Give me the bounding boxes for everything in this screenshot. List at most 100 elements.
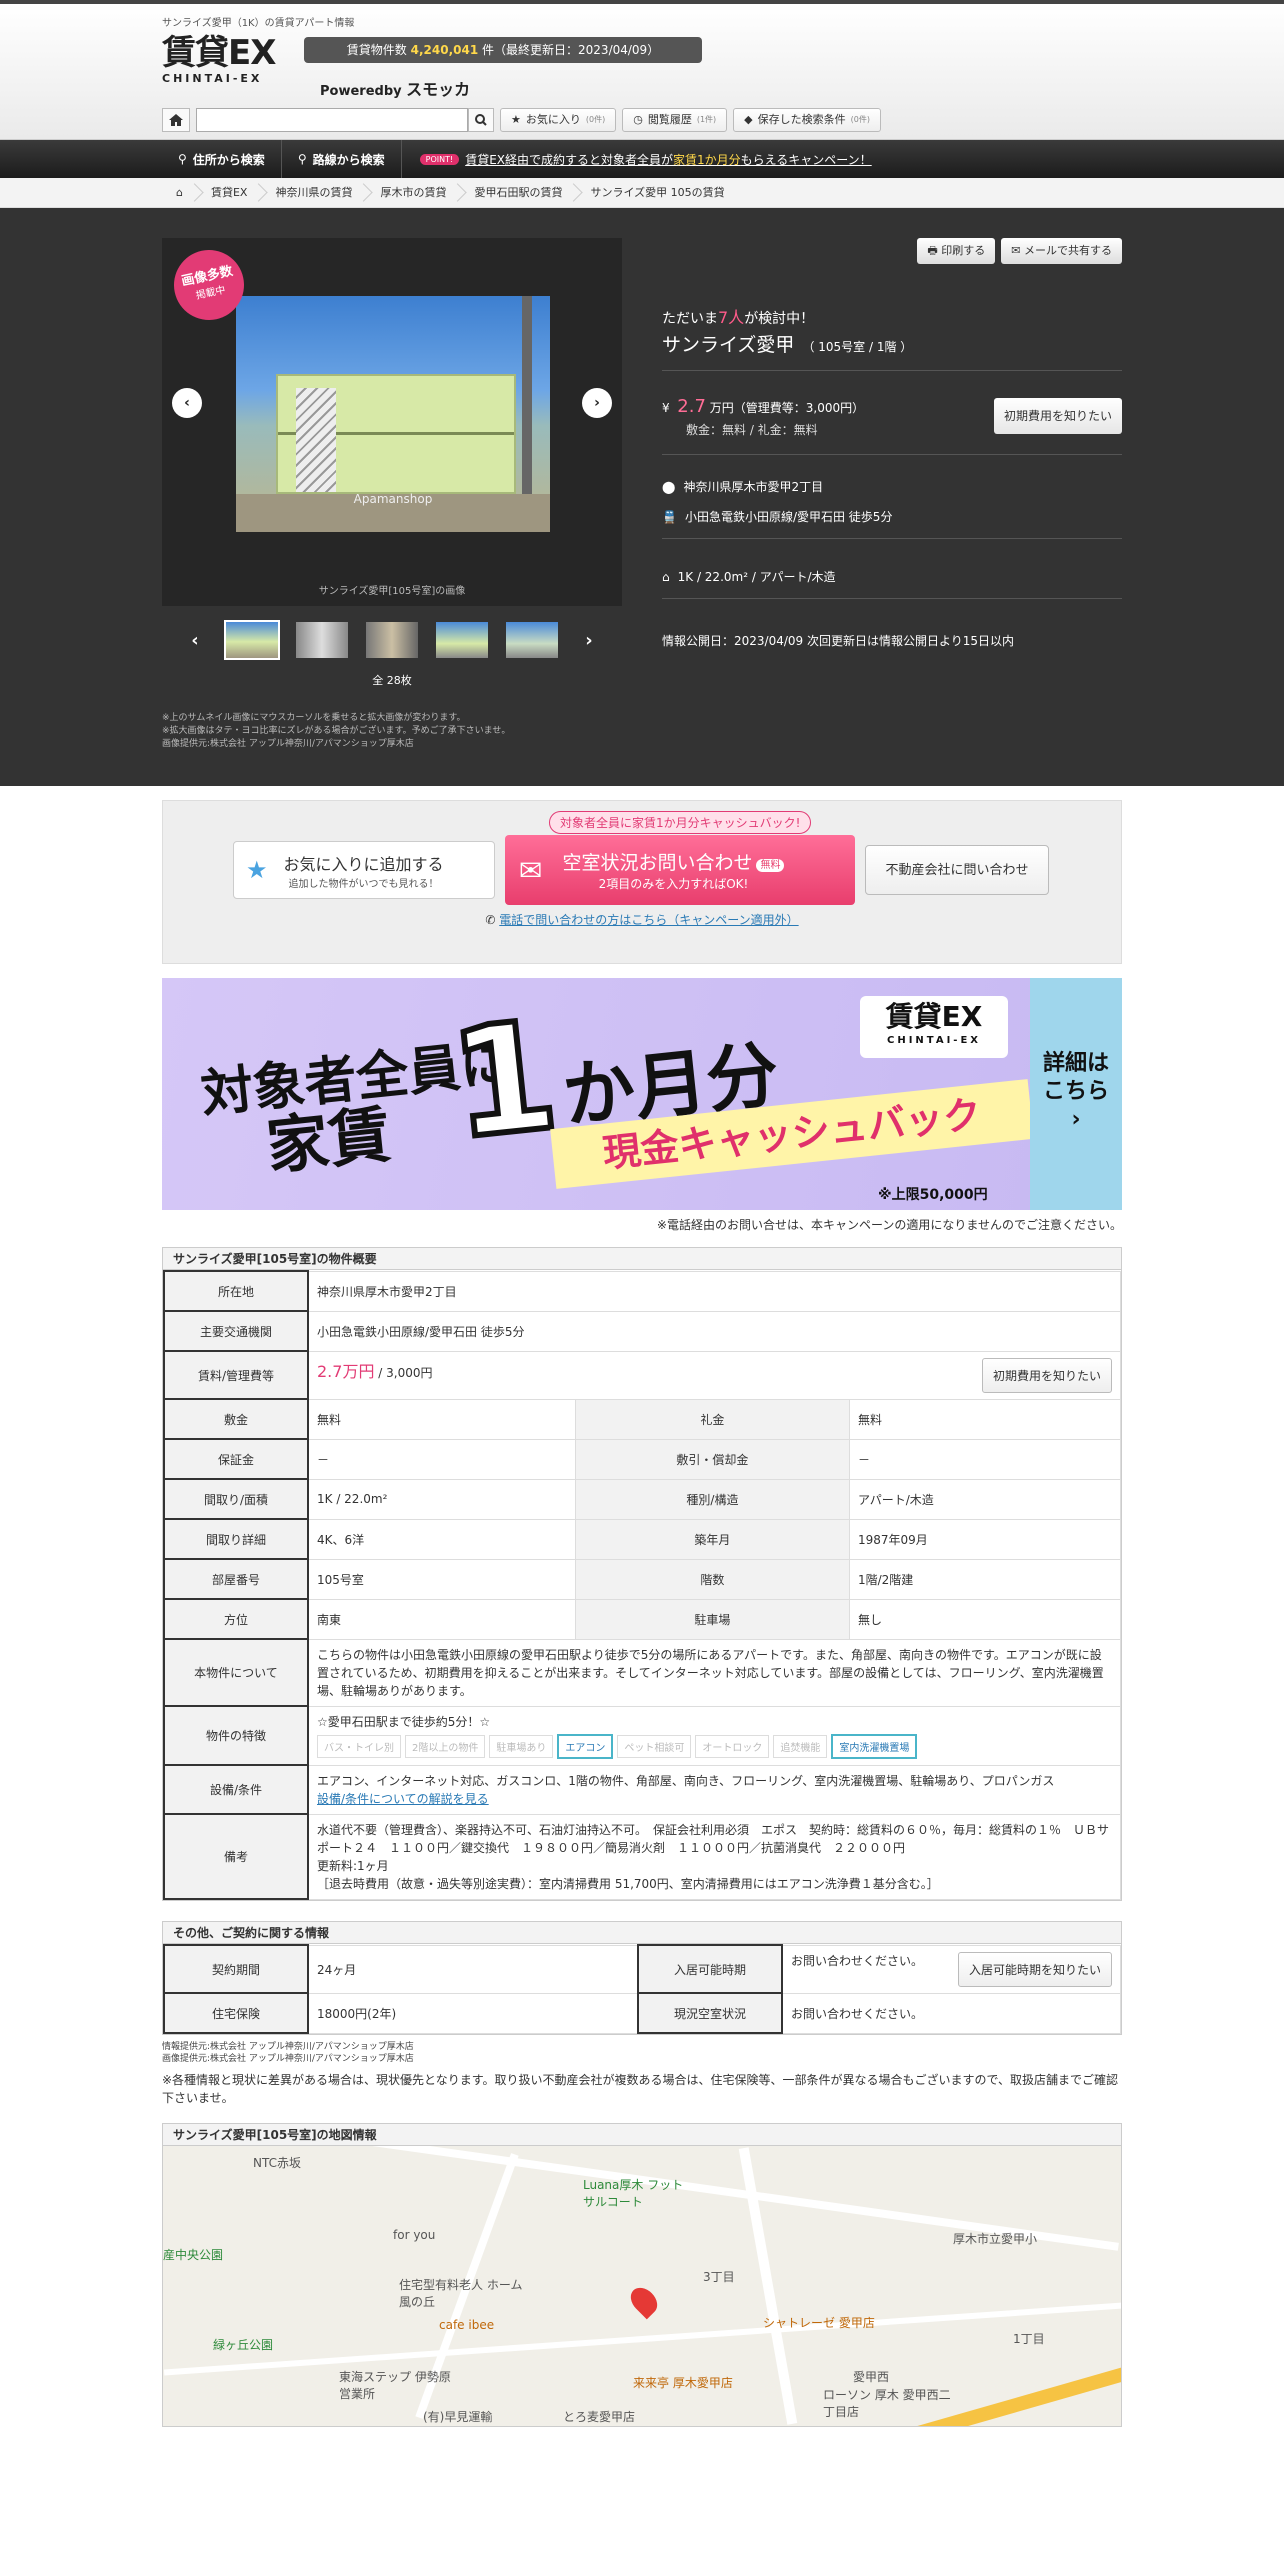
features-head: ☆愛甲石田駅まで徒歩約5分！☆ [317, 1714, 491, 1729]
initial-cost-button[interactable]: 初期費用を知りたい [993, 398, 1122, 434]
vacancy-inquiry-button[interactable]: ✉ 空室状況お問い合わせ 無料 2項目のみを入力すればOK! [505, 835, 855, 905]
table-row: 主要交通機関 小田急電鉄小田原線/愛甲石田 徒歩5分 [163, 1310, 1121, 1352]
map-label: 厚木市立愛甲小 [953, 2232, 1038, 2246]
logo-sub-text: CHINTAI-EX [162, 72, 263, 85]
cell-key: 駐車場 [574, 1598, 850, 1640]
thumbnail[interactable] [504, 620, 560, 660]
thumbnail[interactable] [224, 620, 280, 660]
rent-sub: / 3,000円 [378, 1365, 433, 1380]
breadcrumb-item[interactable]: 神奈川県の賃貸 [261, 178, 366, 208]
price-block: ¥ 2.7 万円（管理費等：3,000円） 敷金：無料 / 礼金：無料 [662, 396, 864, 441]
contract-table: 契約期間 24ヶ月 入居可能時期 お問い合わせください。 入居可能時期を知りたい 住宅保… [163, 1944, 1121, 2034]
share-mail-button[interactable]: ✉ メールで共有する [1001, 238, 1122, 264]
photo-caption: サンライズ愛甲[105号室]の画像 [318, 586, 466, 597]
history-label: 閲覧履歴 [647, 113, 692, 126]
table-row: 部屋番号 105号室 階数 1階/2階建 [163, 1558, 1122, 1600]
cell-key: 備考 [163, 1813, 309, 1900]
table-row: 契約期間 24ヶ月 入居可能時期 お問い合わせください。 入居可能時期を知りたい [163, 1944, 1121, 1994]
search-input[interactable] [196, 108, 468, 132]
cell-key: 築年月 [574, 1518, 850, 1560]
share-mail-label: メールで共有する [1024, 244, 1112, 257]
cell-key: 敷引・償却金 [574, 1438, 850, 1480]
nav-campaign[interactable]: POINT! 賃貸EX経由で成約すると対象者全員が家賃1か月分もらえるキャンペー… [419, 151, 872, 168]
favorites-button[interactable]: ★ お気に入り (0件) [500, 108, 617, 132]
thumb-next-button[interactable]: › [574, 630, 604, 651]
thumbnail[interactable] [294, 620, 350, 660]
table-row: 物件の特徴 ☆愛甲石田駅まで徒歩約5分！☆ バス・トイレ別 2階以上の物件 駐車場あり… [163, 1705, 1121, 1766]
feature-tag-active: エアコン [557, 1733, 614, 1759]
map-label: 3丁目 [703, 2270, 735, 2284]
breadcrumb-item[interactable]: 厚木市の賃貸 [366, 178, 460, 208]
disclaimer: ※各種情報と現状に差異がある場合は、現状優先となります。取り扱い不動産会社が複数… [162, 2073, 1119, 2105]
prev-photo-button[interactable]: ‹ [172, 388, 202, 418]
cell-value: 神奈川県厚木市愛甲2丁目 [307, 1270, 1121, 1312]
map-label: とろ麦愛甲店 [563, 2410, 636, 2424]
campaign-link[interactable]: 賃貸EX経由で成約すると対象者全員が家賃1か月分もらえるキャンペーン！ [465, 151, 872, 168]
cell-key: 種別/構造 [574, 1478, 850, 1520]
poweredby[interactable]: Poweredby スモッカ [320, 76, 470, 100]
remarks-cell: 水道代不要（管理費含）、楽器持込不可、石油灯油持込不可。 保証会社利用必須 エポ… [307, 1813, 1121, 1900]
breadcrumb-item[interactable]: 愛甲石田駅の賃貸 [460, 178, 576, 208]
breadcrumb-item[interactable]: 賃貸EX [197, 178, 262, 208]
cell-key: 所在地 [163, 1270, 309, 1312]
saved-search-button[interactable]: ◆ 保存した検索条件 (0件) [733, 108, 881, 132]
photo-watermark: Apamanshop [353, 492, 433, 506]
header-tagline: サンライズ愛甲（1K）の賃貸アパート情報 [162, 18, 355, 29]
point-badge: POINT! [419, 153, 460, 165]
phone-inquiry-link[interactable]: 電話で問い合わせの方はこちら（キャンペーン適用外） [499, 913, 798, 927]
map-label: 住宅型有料老人 ホーム 風の丘 [399, 2278, 523, 2309]
nav-line-search[interactable]: ⚲ 路線から検索 [282, 140, 402, 178]
map-label: 東海ステップ 伊勢原営業所 [339, 2370, 451, 2401]
nav-address-search[interactable]: ⚲ 住所から検索 [162, 140, 282, 178]
envelope-icon: ✉ [519, 853, 543, 887]
site-logo[interactable]: 賃貸EX CHINTAI-EX [162, 34, 302, 85]
cell-value: アパート/木造 [848, 1478, 1122, 1520]
home-icon [169, 114, 183, 126]
table-row: 本物件について こちらの物件は小田急電鉄小田原線の愛甲石田駅より徒歩で5分の場所に… [163, 1638, 1121, 1707]
thumbnail[interactable] [364, 620, 420, 660]
site-header: サンライズ愛甲（1K）の賃貸アパート情報 賃貸EX CHINTAI-EX 賃貸物… [0, 4, 1284, 140]
search-button[interactable] [468, 108, 494, 132]
station-text: 小田急電鉄小田原線/愛甲石田 徒歩5分 [684, 510, 893, 524]
cell-value: 1987年09月 [848, 1518, 1122, 1560]
equipment-text: エアコン、インターネット対応、ガスコンロ、1階の物件、角部屋、南向き、フローリン… [317, 1773, 1055, 1788]
initial-cost-button[interactable]: 初期費用を知りたい [981, 1357, 1112, 1393]
rent-cell: 2.7万円 / 3,000円 初期費用を知りたい [307, 1350, 1121, 1400]
history-count: (1件) [696, 115, 717, 124]
add-favorite-button[interactable]: ★ お気に入りに追加する 追加した物件がいつでも見れる！ [233, 841, 495, 899]
property-map[interactable]: NTC赤坂 Luana厚木 フットサルコート for you 産中央公園 住宅型… [163, 2146, 1121, 2426]
main-photo[interactable]: Apamanshop [236, 296, 550, 532]
thumbnail[interactable] [434, 620, 490, 660]
remarks-line: 水道代不要（管理費含）、楽器持込不可、石油灯油持込不可。 保証会社利用必須 エポ… [317, 1822, 1110, 1855]
breadcrumb-home[interactable]: ⌂ [162, 178, 197, 208]
address-text: 神奈川県厚木市愛甲2丁目 [683, 480, 824, 494]
viewing-b: が検討中！ [744, 311, 815, 327]
print-button[interactable]: 🖶 印刷する [917, 238, 996, 264]
overview-table: 所在地 神奈川県厚木市愛甲2丁目 主要交通機関 小田急電鉄小田原線/愛甲石田 徒歩5… [163, 1270, 1122, 1900]
move-in-button[interactable]: 入居可能時期を知りたい [957, 1951, 1112, 1987]
chevron-right-icon: › [594, 395, 600, 411]
saved-search-count: (0件) [850, 115, 870, 124]
table-row: 間取り/面積 1K / 22.0m² 種別/構造 アパート/木造 [163, 1478, 1122, 1520]
history-button[interactable]: ◷ 閲覧履歴 (1件) [622, 108, 728, 132]
next-photo-button[interactable]: › [582, 388, 612, 418]
map-label: 1丁目 [1013, 2332, 1045, 2346]
divider [662, 454, 1122, 455]
cell-key: 間取り/面積 [163, 1478, 309, 1520]
home-button[interactable] [162, 108, 190, 132]
banner-text-3: 1 [440, 986, 568, 1176]
map-pin-icon[interactable] [625, 2282, 663, 2320]
property-hero: Apamanshop 画像多数 掲載中 ‹ › サンライズ愛甲[105号室]の画像… [0, 208, 1284, 786]
cashback-banner[interactable]: 対象者全員に 家賃 1 か月分 現金キャッシュバック 賃貸EX CHINTAI-E… [162, 978, 1122, 1210]
map-pin-icon: ⬤ [662, 479, 676, 494]
stairs-image [296, 388, 336, 492]
map-label: cafe ibee [439, 2318, 495, 2332]
equipment-guide-link[interactable]: 設備/条件についての解説を見る [317, 1792, 489, 1806]
thumb-prev-button[interactable]: ‹ [180, 630, 210, 651]
banner-details[interactable]: 詳細は こちら › [1030, 978, 1122, 1210]
cell-key: 敷金 [163, 1398, 309, 1440]
cell-value: 無料 [307, 1398, 576, 1440]
cell-key: 階数 [574, 1558, 850, 1600]
contact-agent-button[interactable]: 不動産会社に問い合わせ [865, 845, 1049, 895]
campaign-text-c: もらえるキャンペーン！ [740, 152, 872, 167]
